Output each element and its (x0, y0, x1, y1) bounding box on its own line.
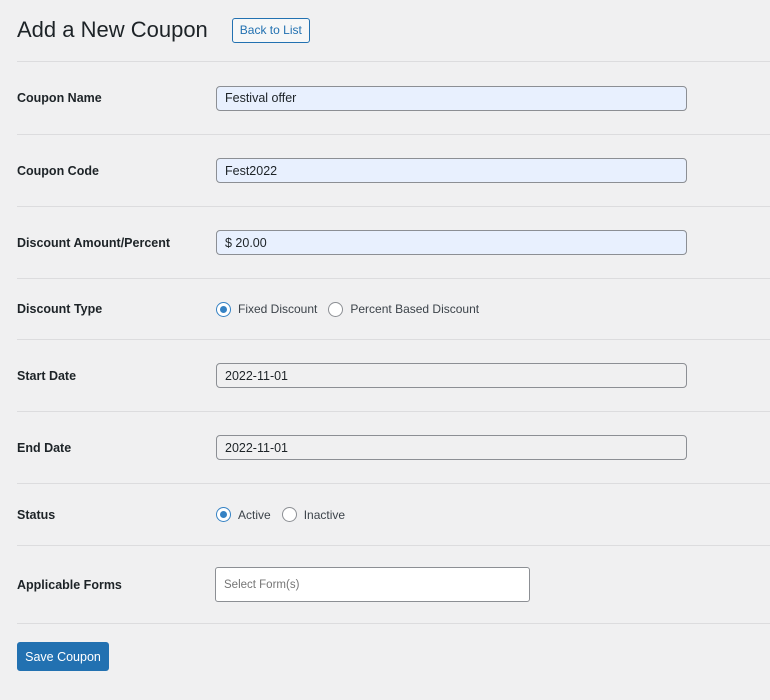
percent-discount-option[interactable]: Percent Based Discount (328, 301, 480, 317)
save-coupon-button[interactable]: Save Coupon (17, 642, 109, 671)
end-date-row: End Date (17, 411, 770, 483)
active-label: Active (238, 507, 271, 522)
coupon-name-row: Coupon Name (17, 61, 770, 134)
start-date-row: Start Date (17, 339, 770, 411)
percent-discount-radio[interactable] (328, 301, 344, 317)
start-date-input[interactable] (216, 363, 687, 388)
inactive-radio[interactable] (281, 507, 297, 522)
discount-type-label: Discount Type (17, 302, 103, 316)
coupon-code-input[interactable] (216, 158, 687, 183)
status-radio-group: Active Inactive (216, 507, 356, 522)
percent-discount-label: Percent Based Discount (350, 302, 480, 316)
start-date-label: Start Date (17, 368, 77, 383)
back-to-list-button[interactable]: Back to List (231, 17, 310, 43)
discount-amount-input[interactable] (216, 230, 687, 255)
page-header: Add a New Coupon Back to List (17, 14, 310, 46)
coupon-code-row: Coupon Code (17, 134, 770, 206)
inactive-label: Inactive (303, 507, 346, 522)
status-row: Status Active Inactive (17, 483, 770, 545)
discount-amount-label: Discount Amount/Percent (17, 235, 171, 250)
discount-type-radio-group: Fixed Discount Percent Based Discount (216, 301, 490, 317)
applicable-forms-select[interactable] (215, 567, 530, 602)
end-date-label: End Date (17, 440, 72, 455)
active-radio[interactable] (216, 507, 231, 522)
coupon-name-input[interactable] (216, 85, 687, 111)
fixed-discount-option[interactable]: Fixed Discount (216, 301, 318, 317)
applicable-forms-label: Applicable Forms (17, 577, 122, 592)
inactive-option[interactable]: Inactive (281, 507, 346, 522)
coupon-form: Coupon Name Coupon Code Discount Amount/… (17, 61, 770, 624)
coupon-code-label: Coupon Code (17, 163, 99, 178)
end-date-input[interactable] (216, 435, 687, 460)
coupon-form-page: Add a New Coupon Back to List Coupon Nam… (0, 0, 770, 700)
fixed-discount-radio[interactable] (216, 301, 231, 317)
coupon-name-label: Coupon Name (17, 91, 102, 105)
discount-type-row: Discount Type Fixed Discount Percent Bas… (17, 278, 770, 339)
status-label: Status (17, 507, 56, 522)
applicable-forms-row: Applicable Forms (17, 545, 770, 624)
fixed-discount-label: Fixed Discount (238, 302, 318, 316)
page-title: Add a New Coupon (17, 17, 208, 42)
discount-amount-row: Discount Amount/Percent (17, 206, 770, 278)
active-option[interactable]: Active (216, 507, 271, 522)
